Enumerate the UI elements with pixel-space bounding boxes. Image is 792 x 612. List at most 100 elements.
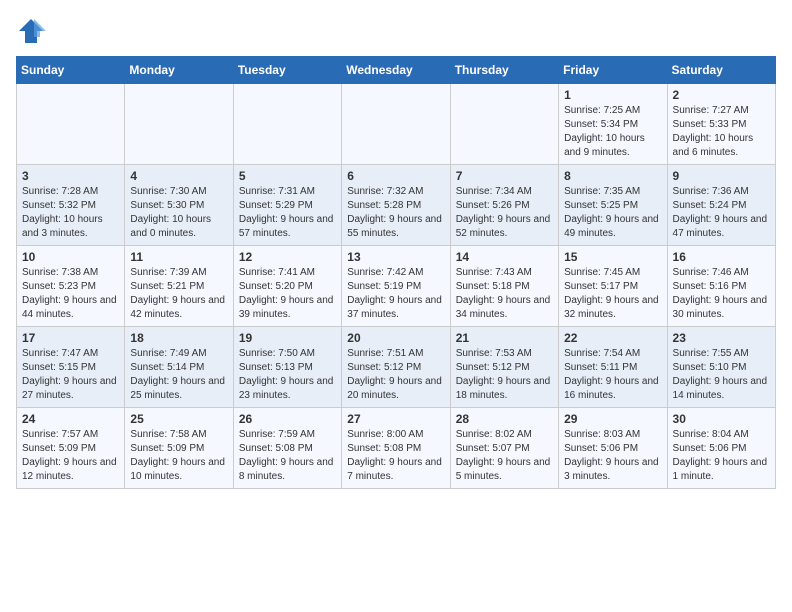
calendar-cell: 17 Sunrise: 7:47 AM Sunset: 5:15 PM Dayli… xyxy=(17,327,125,408)
weekday-header-row: SundayMondayTuesdayWednesdayThursdayFrid… xyxy=(17,57,776,84)
day-number: 17 xyxy=(22,331,119,345)
day-number: 1 xyxy=(564,88,661,102)
weekday-header: Monday xyxy=(125,57,233,84)
weekday-header: Tuesday xyxy=(233,57,341,84)
calendar-cell: 22 Sunrise: 7:54 AM Sunset: 5:11 PM Dayli… xyxy=(559,327,667,408)
calendar-cell: 30 Sunrise: 8:04 AM Sunset: 5:06 PM Dayli… xyxy=(667,408,775,489)
calendar-cell: 7 Sunrise: 7:34 AM Sunset: 5:26 PM Daylig… xyxy=(450,165,558,246)
day-info: Sunrise: 7:57 AM Sunset: 5:09 PM Dayligh… xyxy=(22,428,119,484)
day-number: 12 xyxy=(239,250,336,264)
day-info: Sunrise: 7:59 AM Sunset: 5:08 PM Dayligh… xyxy=(239,428,336,484)
day-number: 10 xyxy=(22,250,119,264)
calendar-cell: 10 Sunrise: 7:38 AM Sunset: 5:23 PM Dayli… xyxy=(17,246,125,327)
day-number: 13 xyxy=(347,250,444,264)
day-info: Sunrise: 7:27 AM Sunset: 5:33 PM Dayligh… xyxy=(673,104,770,160)
calendar-cell: 2Sunrise: 7:27 AM Sunset: 5:33 PM Daylig… xyxy=(667,84,775,165)
day-info: Sunrise: 7:25 AM Sunset: 5:34 PM Dayligh… xyxy=(564,104,661,160)
day-info: Sunrise: 7:36 AM Sunset: 5:24 PM Dayligh… xyxy=(673,185,770,241)
calendar-week-row: 10 Sunrise: 7:38 AM Sunset: 5:23 PM Dayli… xyxy=(17,246,776,327)
day-info: Sunrise: 7:28 AM Sunset: 5:32 PM Dayligh… xyxy=(22,185,119,241)
day-number: 4 xyxy=(130,169,227,183)
day-info: Sunrise: 7:43 AM Sunset: 5:18 PM Dayligh… xyxy=(456,266,553,322)
day-number: 19 xyxy=(239,331,336,345)
day-number: 30 xyxy=(673,412,770,426)
calendar-week-row: 1 Sunrise: 7:25 AM Sunset: 5:34 PM Daylig… xyxy=(17,84,776,165)
calendar-cell: 13 Sunrise: 7:42 AM Sunset: 5:19 PM Dayli… xyxy=(342,246,450,327)
day-number: 25 xyxy=(130,412,227,426)
day-info: Sunrise: 7:45 AM Sunset: 5:17 PM Dayligh… xyxy=(564,266,661,322)
calendar-cell: 11Sunrise: 7:39 AM Sunset: 5:21 PM Dayli… xyxy=(125,246,233,327)
day-number: 16 xyxy=(673,250,770,264)
page-header xyxy=(16,16,776,46)
day-info: Sunrise: 7:58 AM Sunset: 5:09 PM Dayligh… xyxy=(130,428,227,484)
calendar-week-row: 17 Sunrise: 7:47 AM Sunset: 5:15 PM Dayli… xyxy=(17,327,776,408)
day-info: Sunrise: 7:30 AM Sunset: 5:30 PM Dayligh… xyxy=(130,185,227,241)
day-number: 7 xyxy=(456,169,553,183)
calendar-cell: 27 Sunrise: 8:00 AM Sunset: 5:08 PM Dayli… xyxy=(342,408,450,489)
calendar-cell: 28 Sunrise: 8:02 AM Sunset: 5:07 PM Dayli… xyxy=(450,408,558,489)
calendar-cell xyxy=(17,84,125,165)
day-info: Sunrise: 8:04 AM Sunset: 5:06 PM Dayligh… xyxy=(673,428,770,484)
calendar-body: 1 Sunrise: 7:25 AM Sunset: 5:34 PM Daylig… xyxy=(17,84,776,489)
day-info: Sunrise: 7:32 AM Sunset: 5:28 PM Dayligh… xyxy=(347,185,444,241)
logo xyxy=(16,16,50,46)
day-number: 22 xyxy=(564,331,661,345)
calendar-cell: 4 Sunrise: 7:30 AM Sunset: 5:30 PM Daylig… xyxy=(125,165,233,246)
day-number: 28 xyxy=(456,412,553,426)
day-info: Sunrise: 7:42 AM Sunset: 5:19 PM Dayligh… xyxy=(347,266,444,322)
calendar-cell: 3Sunrise: 7:28 AM Sunset: 5:32 PM Daylig… xyxy=(17,165,125,246)
day-info: Sunrise: 7:49 AM Sunset: 5:14 PM Dayligh… xyxy=(130,347,227,403)
calendar-cell: 29Sunrise: 8:03 AM Sunset: 5:06 PM Dayli… xyxy=(559,408,667,489)
day-info: Sunrise: 7:34 AM Sunset: 5:26 PM Dayligh… xyxy=(456,185,553,241)
calendar-cell: 8Sunrise: 7:35 AM Sunset: 5:25 PM Daylig… xyxy=(559,165,667,246)
day-info: Sunrise: 8:00 AM Sunset: 5:08 PM Dayligh… xyxy=(347,428,444,484)
day-number: 18 xyxy=(130,331,227,345)
day-number: 21 xyxy=(456,331,553,345)
weekday-header: Saturday xyxy=(667,57,775,84)
calendar-week-row: 3Sunrise: 7:28 AM Sunset: 5:32 PM Daylig… xyxy=(17,165,776,246)
day-info: Sunrise: 7:38 AM Sunset: 5:23 PM Dayligh… xyxy=(22,266,119,322)
day-number: 5 xyxy=(239,169,336,183)
weekday-header: Sunday xyxy=(17,57,125,84)
calendar-cell: 20 Sunrise: 7:51 AM Sunset: 5:12 PM Dayli… xyxy=(342,327,450,408)
logo-icon xyxy=(16,16,46,46)
day-number: 26 xyxy=(239,412,336,426)
day-info: Sunrise: 7:50 AM Sunset: 5:13 PM Dayligh… xyxy=(239,347,336,403)
day-info: Sunrise: 7:41 AM Sunset: 5:20 PM Dayligh… xyxy=(239,266,336,322)
calendar-week-row: 24 Sunrise: 7:57 AM Sunset: 5:09 PM Dayli… xyxy=(17,408,776,489)
calendar-cell: 1 Sunrise: 7:25 AM Sunset: 5:34 PM Daylig… xyxy=(559,84,667,165)
day-info: Sunrise: 8:02 AM Sunset: 5:07 PM Dayligh… xyxy=(456,428,553,484)
calendar-cell: 12 Sunrise: 7:41 AM Sunset: 5:20 PM Dayli… xyxy=(233,246,341,327)
day-info: Sunrise: 7:51 AM Sunset: 5:12 PM Dayligh… xyxy=(347,347,444,403)
day-number: 15 xyxy=(564,250,661,264)
calendar-cell: 26 Sunrise: 7:59 AM Sunset: 5:08 PM Dayli… xyxy=(233,408,341,489)
day-info: Sunrise: 8:03 AM Sunset: 5:06 PM Dayligh… xyxy=(564,428,661,484)
calendar-cell: 18 Sunrise: 7:49 AM Sunset: 5:14 PM Dayli… xyxy=(125,327,233,408)
day-number: 24 xyxy=(22,412,119,426)
calendar-table: SundayMondayTuesdayWednesdayThursdayFrid… xyxy=(16,56,776,489)
calendar-cell: 23 Sunrise: 7:55 AM Sunset: 5:10 PM Dayli… xyxy=(667,327,775,408)
day-number: 9 xyxy=(673,169,770,183)
day-number: 27 xyxy=(347,412,444,426)
calendar-cell: 14 Sunrise: 7:43 AM Sunset: 5:18 PM Dayli… xyxy=(450,246,558,327)
day-number: 14 xyxy=(456,250,553,264)
calendar-cell xyxy=(125,84,233,165)
calendar-cell xyxy=(233,84,341,165)
day-number: 8 xyxy=(564,169,661,183)
calendar-cell: 24 Sunrise: 7:57 AM Sunset: 5:09 PM Dayli… xyxy=(17,408,125,489)
calendar-cell: 5Sunrise: 7:31 AM Sunset: 5:29 PM Daylig… xyxy=(233,165,341,246)
calendar-cell: 15 Sunrise: 7:45 AM Sunset: 5:17 PM Dayli… xyxy=(559,246,667,327)
day-info: Sunrise: 7:55 AM Sunset: 5:10 PM Dayligh… xyxy=(673,347,770,403)
day-number: 6 xyxy=(347,169,444,183)
day-number: 11 xyxy=(130,250,227,264)
day-number: 23 xyxy=(673,331,770,345)
day-info: Sunrise: 7:54 AM Sunset: 5:11 PM Dayligh… xyxy=(564,347,661,403)
day-info: Sunrise: 7:46 AM Sunset: 5:16 PM Dayligh… xyxy=(673,266,770,322)
calendar-cell: 19 Sunrise: 7:50 AM Sunset: 5:13 PM Dayli… xyxy=(233,327,341,408)
calendar-cell: 16 Sunrise: 7:46 AM Sunset: 5:16 PM Dayli… xyxy=(667,246,775,327)
day-number: 20 xyxy=(347,331,444,345)
calendar-cell xyxy=(342,84,450,165)
calendar-header: SundayMondayTuesdayWednesdayThursdayFrid… xyxy=(17,57,776,84)
calendar-cell: 9 Sunrise: 7:36 AM Sunset: 5:24 PM Daylig… xyxy=(667,165,775,246)
day-info: Sunrise: 7:47 AM Sunset: 5:15 PM Dayligh… xyxy=(22,347,119,403)
